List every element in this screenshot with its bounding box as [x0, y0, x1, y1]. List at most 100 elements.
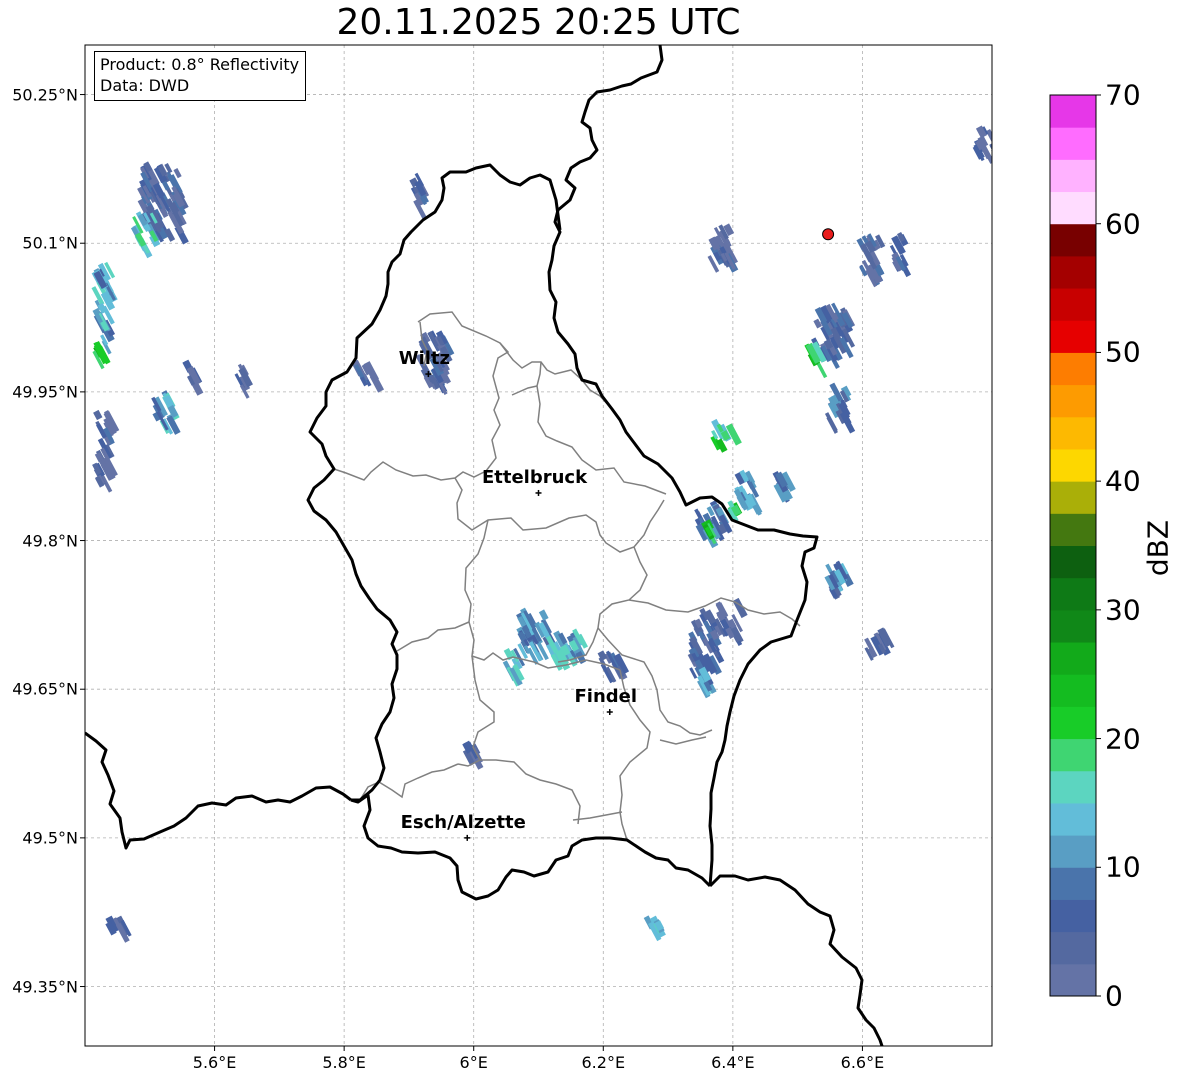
echo-cell — [824, 382, 856, 434]
echo-cell — [889, 231, 912, 278]
colorbar — [1049, 94, 1101, 997]
echo-pixel — [93, 409, 103, 421]
colorbar-segment — [1050, 191, 1096, 225]
colorbar-segment — [1050, 931, 1096, 965]
echo-pixel — [991, 147, 992, 169]
colorbar-segment — [1050, 899, 1096, 933]
echo-cell — [137, 161, 189, 245]
echo-cell — [824, 560, 854, 600]
colorbar-segment — [1050, 802, 1096, 836]
colorbar-segment — [1050, 738, 1096, 772]
colorbar-segment — [1050, 481, 1096, 514]
canton-border — [511, 385, 538, 396]
echo-cell — [91, 261, 118, 355]
data-source-label: Data: DWD — [100, 76, 190, 95]
colorbar-segment — [1050, 545, 1096, 579]
lon-tick-label: 6.6°E — [840, 1053, 885, 1072]
echo-cell — [772, 470, 796, 503]
canton-border — [396, 621, 470, 652]
colorbar-segment — [1050, 577, 1096, 611]
lon-tick-label: 5.8°E — [322, 1053, 366, 1072]
country-borders — [85, 45, 884, 1046]
echo-cell — [856, 233, 886, 288]
lat-tick-label: 50.1°N — [22, 233, 78, 253]
colorbar-segment — [1050, 95, 1096, 128]
colorbar-segment — [1050, 770, 1096, 804]
lat-tick-label: 49.35°N — [12, 977, 78, 997]
colorbar-tick-label: 70 — [1105, 78, 1141, 112]
canton-border — [359, 763, 459, 801]
colorbar-segment — [1050, 127, 1096, 160]
echo-pixel — [991, 131, 992, 152]
lat-tick-label: 50.25°N — [12, 85, 78, 105]
colorbar-tick-label: 40 — [1105, 464, 1141, 498]
info-box: Product: 0.8° Reflectivity Data: DWD — [94, 51, 307, 101]
colorbar-segment — [1050, 609, 1096, 643]
echo-cell — [864, 627, 895, 661]
colorbar-segment — [1050, 706, 1096, 740]
colorbar-segment — [1050, 867, 1096, 900]
colorbar-segment — [1050, 835, 1096, 868]
echo-cell — [714, 597, 748, 646]
colorbar-segment — [1050, 255, 1096, 289]
colorbar-tick-label: 0 — [1105, 979, 1123, 1013]
colorbar-segment — [1050, 448, 1096, 482]
city-label: Esch/Alzette — [401, 812, 526, 833]
city-label: Wiltz — [399, 348, 450, 369]
lat-tick-label: 49.5°N — [22, 828, 78, 848]
colorbar-segment — [1050, 642, 1096, 675]
city-label: Ettelbruck — [482, 467, 588, 488]
echo-cell — [182, 359, 204, 396]
city-label: Findel — [574, 686, 637, 707]
country-border — [85, 731, 352, 850]
colorbar-unit-label: dBZ — [1141, 519, 1175, 577]
colorbar-segment — [1050, 416, 1096, 450]
colorbar-tick-label: 10 — [1105, 850, 1141, 884]
lat-tick-label: 49.65°N — [12, 679, 78, 699]
echo-pixel — [826, 416, 838, 434]
echo-cell — [105, 915, 132, 943]
canton-borders — [333, 311, 801, 841]
echo-cell — [409, 172, 430, 221]
product-label: Product: 0.8° Reflectivity — [100, 55, 300, 74]
lon-tick-label: 6.4°E — [711, 1053, 755, 1072]
echo-cell — [710, 418, 742, 453]
echo-cell — [707, 223, 739, 273]
colorbar-tick-label: 30 — [1105, 593, 1141, 627]
gridlines — [85, 45, 992, 1046]
city-markers: Wiltz Ettelbruck Findel Esch/Alzette — [399, 348, 637, 841]
colorbar-segment — [1050, 674, 1096, 707]
canton-border — [659, 736, 707, 745]
echo-cell — [643, 915, 666, 942]
colorbar-segment — [1050, 320, 1096, 353]
country-border — [708, 874, 884, 1046]
colorbar-tick-label: 50 — [1105, 335, 1141, 369]
echo-cell — [972, 125, 992, 169]
lat-tick-label: 49.95°N — [12, 382, 78, 402]
colorbar-tick-label: 60 — [1105, 207, 1141, 241]
echo-cell — [92, 409, 120, 493]
map-frame — [84, 44, 993, 1047]
axis-ticks — [80, 94, 863, 1051]
echo-cell — [502, 648, 525, 687]
lat-tick-label: 49.8°N — [22, 531, 78, 551]
colorbar-segment — [1050, 223, 1096, 257]
colorbar-segment — [1050, 513, 1096, 546]
echo-cell — [351, 359, 385, 393]
echo-pixel — [991, 149, 992, 167]
echo-cell — [151, 390, 181, 435]
echo-cell — [234, 363, 253, 399]
country-border — [350, 793, 712, 901]
colorbar-segment — [1050, 352, 1096, 386]
canton-border — [572, 811, 623, 821]
radar-map: Wiltz Ettelbruck Findel Esch/Alzette — [80, 44, 1101, 1051]
colorbar-tick-label: 20 — [1105, 722, 1141, 756]
radar-site-marker — [822, 228, 835, 241]
lon-tick-label: 5.6°E — [192, 1053, 237, 1072]
echo-cell — [92, 340, 111, 370]
colorbar-segment — [1050, 963, 1096, 997]
canton-border — [499, 342, 613, 410]
echo-pixel — [538, 609, 549, 621]
radar-echoes — [91, 125, 992, 943]
colorbar-segment — [1050, 384, 1096, 418]
